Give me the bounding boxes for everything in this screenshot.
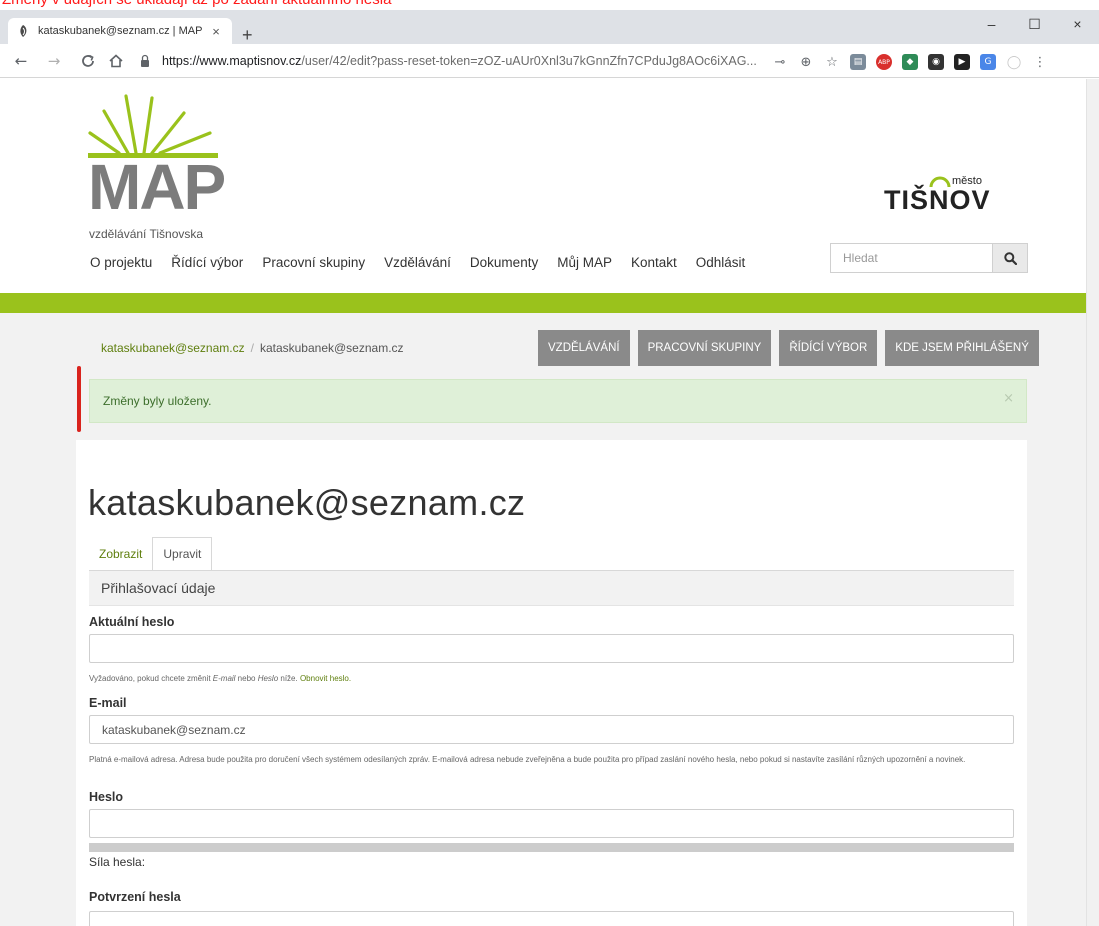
extension-5-icon[interactable]: ▶ [954,54,970,70]
quick-button-pracovni-skupiny[interactable]: PRACOVNÍ SKUPINY [637,330,772,366]
quick-button-kde-jsem-prihlaseny[interactable]: KDE JSEM PŘIHLÁŠENÝ [885,330,1039,366]
translate-icon[interactable]: G [980,54,996,70]
desc-text-2: nebo [235,674,258,683]
page-title: kataskubanek@seznam.cz [88,482,526,523]
current-password-description: Vyžadováno, pokud chcete změnit E-mail n… [89,672,1019,685]
current-password-label: Aktuální heslo [89,615,175,629]
quick-links: VZDĚLÁVÁNÍ PRACOVNÍ SKUPINY ŘÍDÍCÍ VÝBOR… [538,330,1039,366]
page-scrollbar[interactable] [1086,79,1099,926]
browser-toolbar: ← → https://www.maptisnov.cz/user/42/edi… [0,44,1099,78]
desc-text-3: níže. [278,674,300,683]
town-logo[interactable]: město TIŠNOV [884,175,1014,223]
breadcrumb: kataskubanek@seznam.cz / kataskubanek@sezn… [101,341,404,355]
tab-close-icon[interactable]: × [208,24,224,39]
desc-password-term: Heslo [257,674,279,683]
section-heading: Přihlašovací údaje [89,571,1014,606]
logo-wordmark: MAP [88,151,226,223]
nav-ridici-vybor[interactable]: Řídící výbor [171,255,243,270]
nav-odhlasit[interactable]: Odhlásit [696,255,746,270]
email-label: E-mail [89,696,127,710]
breadcrumb-current: kataskubanek@seznam.cz [259,341,404,355]
reload-icon[interactable] [79,52,97,70]
tab-zobrazit[interactable]: Zobrazit [89,537,152,571]
site-favicon-icon [20,25,27,37]
nav-muj-map[interactable]: Můj MAP [557,255,612,270]
url-path: /user/42/edit?pass-reset-token=zOZ-uAUr0… [301,54,757,68]
close-icon[interactable]: × [1003,391,1014,406]
password-strength-label: Síla hesla: [89,855,146,869]
quick-button-ridici-vybor[interactable]: ŘÍDÍCÍ VÝBOR [779,330,878,366]
status-message-text: Změny byly uloženy. [103,394,212,408]
site-search [830,243,1028,273]
quick-button-vzdelavani[interactable]: VZDĚLÁVÁNÍ [538,330,630,366]
password-strength-meter [89,843,1014,852]
browser-tab[interactable]: kataskubanek@seznam.cz | MAP × [8,18,232,44]
profile-icon[interactable]: ◯ [1006,54,1022,70]
user-edit-card: kataskubanek@seznam.cz Zobrazit Upravit … [76,440,1027,926]
url-text: https://www.maptisnov.cz/user/42/edit?pa… [162,54,757,68]
extension-3-icon[interactable]: ◆ [902,54,918,70]
key-icon[interactable]: ⊸ [772,54,788,70]
desc-email-term: E-mail [212,674,236,683]
search-button[interactable] [992,243,1028,273]
logo-subtitle: vzdělávání Tišnovska [89,227,204,241]
confirm-password-label: Potvrzení hesla [89,890,181,904]
forward-arrow-icon[interactable]: → [45,52,63,70]
page-tabs: Zobrazit Upravit [89,537,213,571]
password-field[interactable] [89,809,1014,838]
reset-password-link[interactable]: Obnovit heslo. [300,674,351,683]
desc-text-1: Vyžadováno, pokud chcete změnit [89,674,213,683]
accent-bar [0,293,1086,313]
adblock-icon[interactable]: ABP [876,54,892,70]
email-description: Platná e-mailová adresa. Adresa bude pou… [89,755,966,764]
back-arrow-icon[interactable]: ← [12,52,30,70]
search-icon [1003,251,1017,265]
alert-highlight-marker [77,366,81,432]
extension-4-icon[interactable]: ◉ [928,54,944,70]
tab-title: kataskubanek@seznam.cz | MAP [38,25,203,37]
close-window-button[interactable]: × [1056,10,1099,38]
password-label: Heslo [89,790,124,804]
url-host: https://www.maptisnov.cz [162,54,302,68]
breadcrumb-separator: / [250,341,254,355]
minimize-button[interactable]: – [970,10,1013,38]
window-controls: – ☐ × [970,10,1099,40]
nav-pracovni-skupiny[interactable]: Pracovní skupiny [262,255,365,270]
search-input[interactable] [830,243,992,273]
tab-upravit[interactable]: Upravit [152,537,213,571]
breadcrumb-link[interactable]: kataskubanek@seznam.cz [101,341,245,355]
extension-toolbar: ⊸ ⊕ ☆ ▤ ABP ◆ ◉ ▶ G ◯ ⋮ [772,51,1048,73]
nav-vzdelavani[interactable]: Vzdělávání [384,255,451,270]
lock-icon [141,54,149,67]
new-tab-button[interactable]: + [242,25,253,46]
confirm-password-field[interactable] [89,911,1014,926]
home-icon[interactable] [107,52,125,70]
nav-kontakt[interactable]: Kontakt [631,255,677,270]
zoom-icon[interactable]: ⊕ [798,54,814,70]
sunburst-logo-icon [88,94,218,158]
main-navigation: O projektu Řídící výbor Pracovní skupiny… [90,255,764,270]
page-viewport: MAP vzdělávání Tišnovska město TIŠNOV O … [0,79,1086,926]
nav-dokumenty[interactable]: Dokumenty [470,255,538,270]
email-field[interactable] [89,715,1014,744]
nav-o-projektu[interactable]: O projektu [90,255,152,270]
menu-icon[interactable]: ⋮ [1032,54,1048,70]
annotation-strip: Změny v údajích se ukládají až po zadání… [0,0,1099,10]
extension-1-icon[interactable]: ▤ [850,54,866,70]
map-logo[interactable]: MAP vzdělávání Tišnovska [88,93,228,243]
current-password-field[interactable] [89,634,1014,663]
town-logo-word: TIŠNOV [884,185,991,215]
status-message: Změny byly uloženy. × [89,379,1027,423]
star-icon[interactable]: ☆ [824,54,840,70]
annotation-text: Změny v údajích se ukládají až po zadání… [2,0,391,8]
browser-tab-bar: kataskubanek@seznam.cz | MAP × + – ☐ × [0,10,1099,46]
maximize-button[interactable]: ☐ [1013,10,1056,38]
